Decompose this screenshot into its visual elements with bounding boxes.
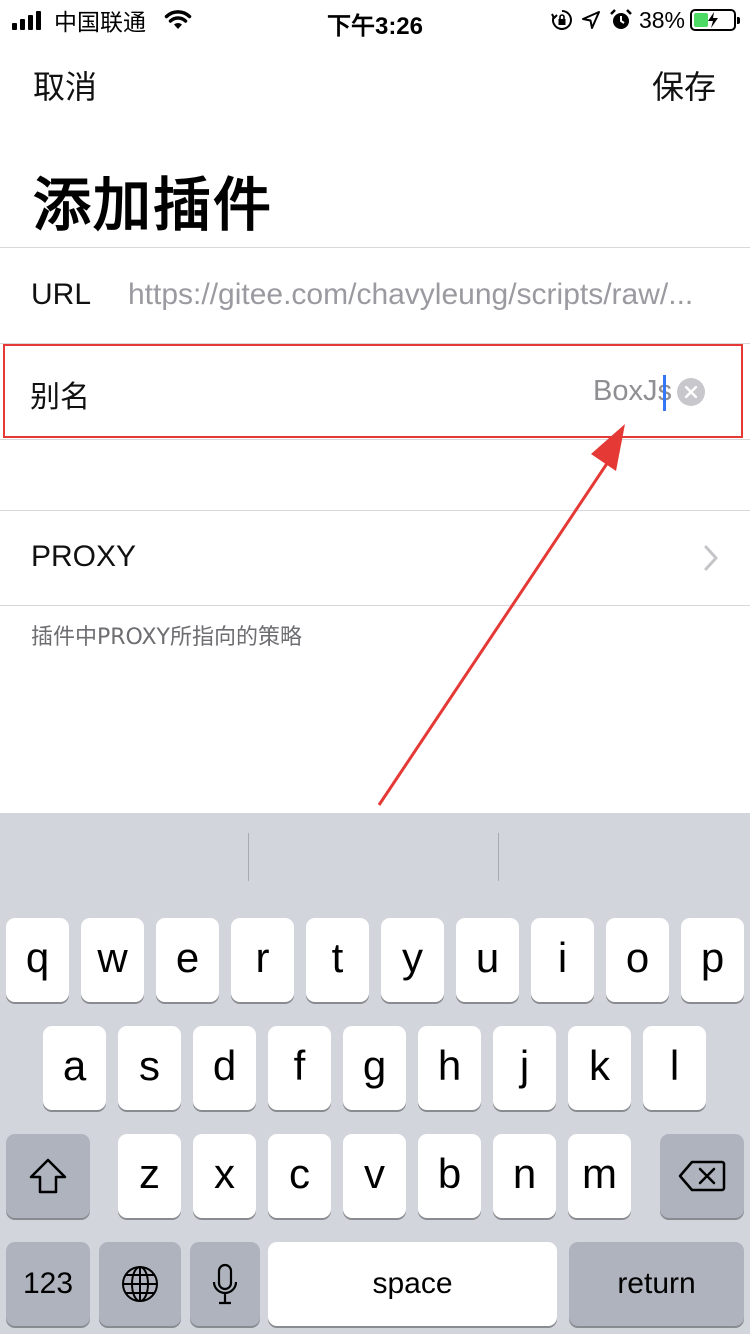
dictation-key[interactable] xyxy=(190,1242,260,1326)
key-f[interactable]: f xyxy=(268,1026,331,1110)
key-o[interactable]: o xyxy=(606,918,669,1002)
key-y[interactable]: y xyxy=(381,918,444,1002)
key-i[interactable]: i xyxy=(531,918,594,1002)
key-a[interactable]: a xyxy=(43,1026,106,1110)
shift-key[interactable] xyxy=(6,1134,90,1218)
key-k[interactable]: k xyxy=(568,1026,631,1110)
key-l[interactable]: l xyxy=(643,1026,706,1110)
suggestion-divider xyxy=(248,833,249,881)
space-key[interactable]: space xyxy=(268,1242,557,1326)
globe-icon xyxy=(122,1266,158,1302)
key-b[interactable]: b xyxy=(418,1134,481,1218)
annotation-arrow xyxy=(377,424,625,806)
key-t[interactable]: t xyxy=(306,918,369,1002)
key-u[interactable]: u xyxy=(456,918,519,1002)
numbers-key[interactable]: 123 xyxy=(6,1242,90,1326)
keyboard: q w e r t y u i o p a s d f g h j k l z … xyxy=(0,813,750,1334)
delete-key[interactable] xyxy=(660,1134,744,1218)
return-key[interactable]: return xyxy=(569,1242,744,1326)
shift-icon xyxy=(29,1158,67,1194)
microphone-icon xyxy=(212,1263,238,1305)
key-e[interactable]: e xyxy=(156,918,219,1002)
key-g[interactable]: g xyxy=(343,1026,406,1110)
backspace-icon xyxy=(678,1160,726,1192)
suggestion-divider xyxy=(498,833,499,881)
key-c[interactable]: c xyxy=(268,1134,331,1218)
key-q[interactable]: q xyxy=(6,918,69,1002)
key-d[interactable]: d xyxy=(193,1026,256,1110)
globe-key[interactable] xyxy=(99,1242,181,1326)
key-n[interactable]: n xyxy=(493,1134,556,1218)
key-p[interactable]: p xyxy=(681,918,744,1002)
key-m[interactable]: m xyxy=(568,1134,631,1218)
key-w[interactable]: w xyxy=(81,918,144,1002)
key-z[interactable]: z xyxy=(118,1134,181,1218)
key-s[interactable]: s xyxy=(118,1026,181,1110)
key-x[interactable]: x xyxy=(193,1134,256,1218)
key-j[interactable]: j xyxy=(493,1026,556,1110)
key-v[interactable]: v xyxy=(343,1134,406,1218)
key-h[interactable]: h xyxy=(418,1026,481,1110)
key-r[interactable]: r xyxy=(231,918,294,1002)
